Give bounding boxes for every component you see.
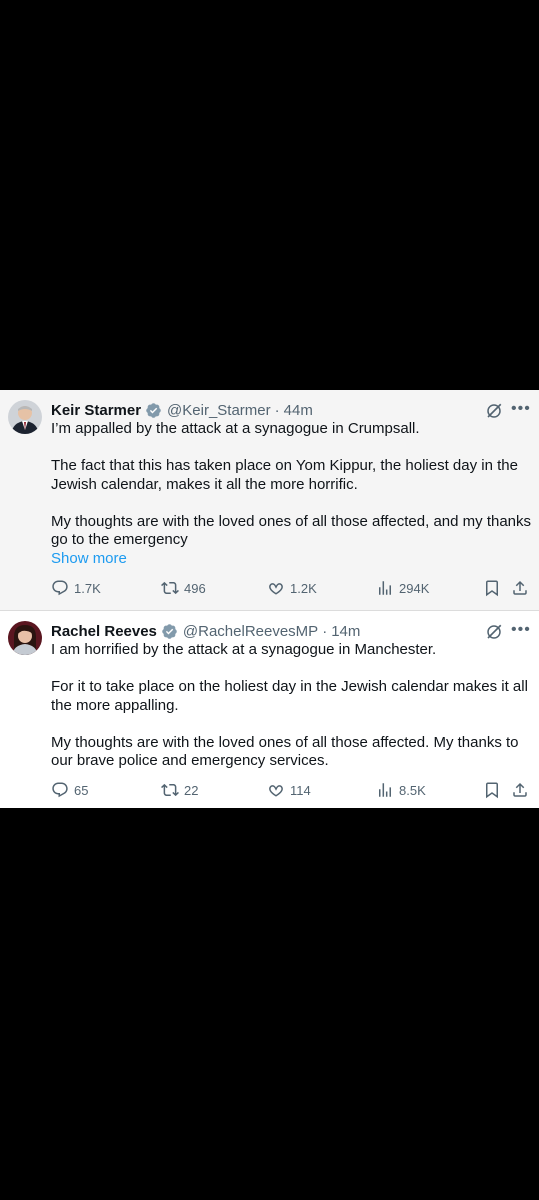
- repost-count: 496: [184, 580, 206, 596]
- tweet-text: I’m appalled by the attack at a synagogu…: [51, 420, 531, 568]
- reply-button[interactable]: 65: [51, 781, 88, 799]
- views-count: 8.5K: [399, 782, 426, 798]
- separator-dot: ·: [274, 401, 280, 419]
- tweet-keir-starmer[interactable]: Keir Starmer @Keir_Starmer · 44m ••• I’m…: [0, 390, 539, 610]
- author-handle[interactable]: @Keir_Starmer: [167, 402, 271, 419]
- more-options-icon[interactable]: •••: [511, 621, 531, 639]
- action-bar: 65 22 114 8.5K: [51, 781, 531, 803]
- repost-icon: [161, 581, 179, 595]
- action-bar: 1.7K 496 1.2K 294K: [51, 579, 531, 601]
- avatar[interactable]: [8, 621, 42, 655]
- tweet-paragraph: I am horrified by the attack at a synago…: [51, 641, 437, 658]
- tweet-text: I am horrified by the attack at a synago…: [51, 641, 531, 771]
- bookmark-icon: [486, 580, 498, 597]
- repost-button[interactable]: 22: [161, 781, 198, 799]
- like-button[interactable]: 114: [267, 781, 311, 799]
- tweet-paragraph: I’m appalled by the attack at a synagogu…: [51, 420, 420, 437]
- reply-icon: [52, 580, 68, 596]
- repost-button[interactable]: 496: [161, 579, 206, 597]
- tweet-paragraph: My thoughts are with the loved ones of a…: [51, 733, 519, 770]
- tweet-paragraph: For it to take place on the holiest day …: [51, 678, 528, 714]
- share-icon: [513, 782, 527, 797]
- tweet-paragraph: My thoughts are with the loved ones of a…: [51, 512, 532, 549]
- views-icon: [379, 783, 391, 797]
- avatar[interactable]: [8, 400, 42, 434]
- views-count: 294K: [399, 580, 430, 596]
- views-button[interactable]: 8.5K: [376, 781, 426, 799]
- show-more-link[interactable]: Show more: [51, 550, 531, 569]
- bookmark-button[interactable]: [483, 781, 501, 799]
- reply-count: 1.7K: [74, 580, 101, 596]
- share-icon: [513, 580, 527, 595]
- share-button[interactable]: [511, 579, 529, 597]
- separator-dot: ·: [322, 622, 328, 640]
- repost-count: 22: [184, 782, 199, 798]
- timestamp[interactable]: 44m: [284, 402, 313, 419]
- like-button[interactable]: 1.2K: [267, 579, 317, 597]
- views-button[interactable]: 294K: [376, 579, 429, 597]
- bookmark-button[interactable]: [483, 579, 501, 597]
- tweet-rachel-reeves[interactable]: Rachel Reeves @RachelReevesMP · 14m ••• …: [0, 611, 539, 808]
- grok-icon[interactable]: [485, 402, 503, 420]
- views-icon: [379, 581, 391, 595]
- share-button[interactable]: [511, 781, 529, 799]
- like-count: 114: [290, 782, 311, 798]
- author-name[interactable]: Rachel Reeves: [51, 623, 157, 640]
- tweet-paragraph: The fact that this has taken place on Yo…: [51, 457, 518, 493]
- timestamp[interactable]: 14m: [331, 623, 360, 640]
- heart-icon: [269, 785, 283, 797]
- reply-icon: [52, 782, 68, 798]
- verified-badge-icon: [146, 402, 161, 418]
- grok-icon[interactable]: [485, 623, 503, 641]
- tweet-header: Rachel Reeves @RachelReevesMP · 14m: [51, 621, 360, 641]
- repost-icon: [161, 783, 179, 797]
- bookmark-icon: [486, 782, 498, 799]
- reply-count: 65: [74, 782, 89, 798]
- author-handle[interactable]: @RachelReevesMP: [183, 623, 318, 640]
- heart-icon: [269, 583, 283, 595]
- tweet-header: Keir Starmer @Keir_Starmer · 44m: [51, 400, 313, 420]
- author-name[interactable]: Keir Starmer: [51, 402, 141, 419]
- more-options-icon[interactable]: •••: [511, 400, 531, 418]
- like-count: 1.2K: [290, 580, 317, 596]
- reply-button[interactable]: 1.7K: [51, 579, 101, 597]
- verified-badge-icon: [162, 623, 177, 639]
